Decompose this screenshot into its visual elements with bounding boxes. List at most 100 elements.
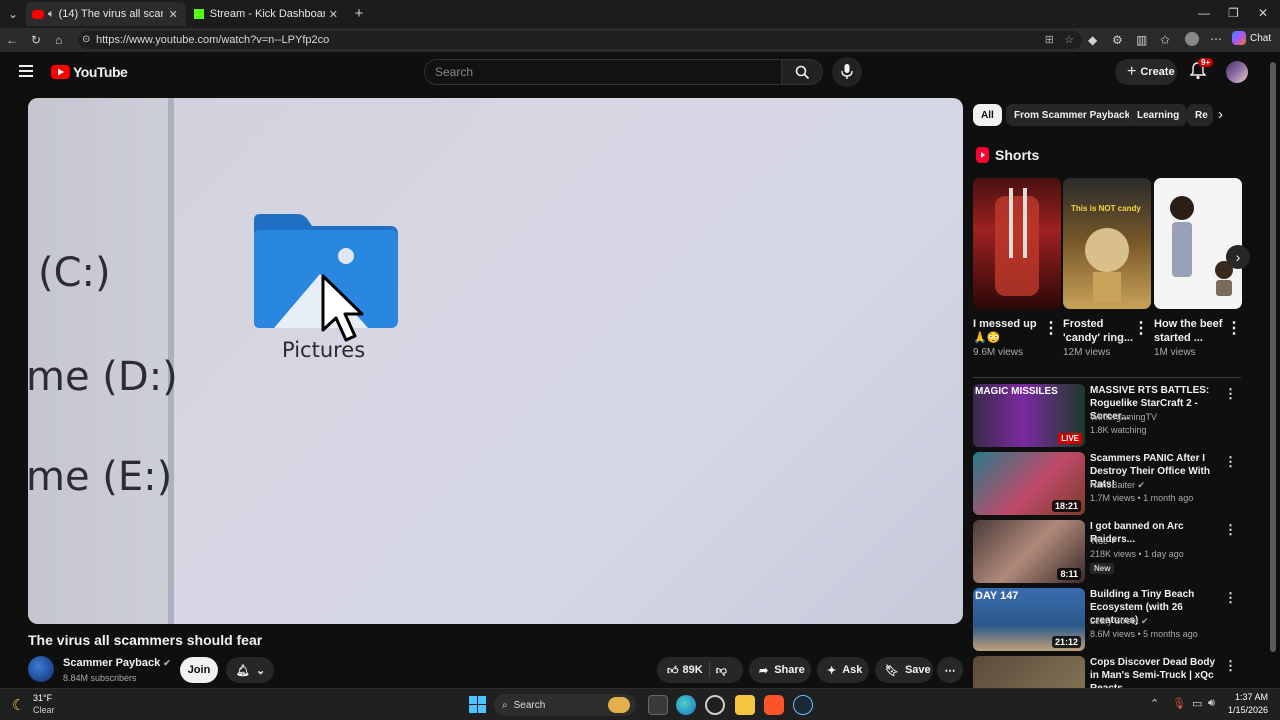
video-menu-icon[interactable]: ⋮	[1224, 522, 1237, 538]
weather-moon-icon[interactable]: ☾	[12, 696, 25, 714]
short-menu-icon[interactable]: ⋮	[1226, 318, 1242, 338]
copilot-chat-button[interactable]: Chat	[1232, 31, 1271, 45]
ask-button[interactable]: ✦ Ask	[817, 657, 869, 683]
volume-icon[interactable]: 🔊︎	[1208, 697, 1215, 710]
short-thumbnail[interactable]: This is NOT candy	[1063, 178, 1151, 309]
video-thumbnail[interactable]: 18:21	[973, 452, 1085, 515]
chip-all[interactable]: All	[973, 104, 1002, 126]
close-window-icon[interactable]: ✕	[1258, 6, 1268, 20]
video-player[interactable]: (C:) me (D:) me (E:) Pictures	[28, 98, 963, 624]
tab-kick-dashboard[interactable]: Stream - Kick Dashboard ✕	[188, 2, 344, 26]
join-button[interactable]: Join	[180, 657, 218, 683]
video-thumbnail[interactable]: 8:11	[973, 520, 1085, 583]
chip-partial[interactable]: Re	[1187, 104, 1213, 126]
channel-name[interactable]: Tfue ✔︎	[1090, 536, 1118, 547]
windows-taskbar: ☾ 31°F Clear ⌕ Search ⌃ 🎙︎ ▭ 🔊︎ 1:37 AM …	[0, 688, 1280, 720]
recommended-video-item[interactable]: Cops Discover Dead Body in Man's Semi-Tr…	[973, 656, 1263, 688]
channel-avatar[interactable]	[28, 656, 54, 682]
chip-learning[interactable]: Learning	[1129, 104, 1188, 126]
home-icon[interactable]: ⌂	[55, 33, 62, 47]
video-thumbnail[interactable]: MAGIC MISSILES LIVE	[973, 384, 1085, 447]
brave-browser-icon[interactable]	[764, 695, 784, 715]
video-menu-icon[interactable]: ⋮	[1224, 658, 1237, 674]
microphone-in-use-icon[interactable]: 🎙︎	[1172, 697, 1186, 710]
subscription-bell-button[interactable]: 🔔︎ ⌄	[226, 657, 274, 683]
edge-browser-icon[interactable]	[676, 695, 696, 715]
recommended-video-item[interactable]: DAY 147 21:12 Building a Tiny Beach Ecos…	[973, 588, 1263, 652]
short-item[interactable]: I messed up 🙏😳 9.6M views ⋮	[973, 178, 1061, 358]
hamburger-menu-icon[interactable]	[19, 65, 33, 77]
close-tab-icon[interactable]: ✕	[169, 8, 178, 21]
chip-from-scammer-payback[interactable]: From Scammer Payback	[1006, 104, 1139, 126]
short-thumbnail[interactable]	[1154, 178, 1242, 309]
video-title: The virus all scammers should fear	[28, 632, 263, 648]
windows-start-icon[interactable]	[469, 696, 486, 713]
video-menu-icon[interactable]: ⋮	[1224, 386, 1237, 402]
close-tab-icon[interactable]: ✕	[329, 8, 338, 21]
scrollbar-thumb[interactable]	[1270, 62, 1276, 652]
reader-mode-icon[interactable]: ⊞	[1045, 33, 1054, 46]
short-menu-icon[interactable]: ⋮	[1043, 318, 1059, 338]
split-screen-icon[interactable]: ▥	[1136, 33, 1147, 47]
account-avatar[interactable]	[1226, 61, 1248, 83]
app-icon[interactable]	[705, 695, 725, 715]
steam-icon[interactable]	[793, 695, 813, 715]
video-thumbnail[interactable]	[973, 656, 1085, 688]
network-icon[interactable]: ▭	[1192, 697, 1202, 710]
more-actions-button[interactable]: ⋯	[937, 657, 963, 683]
restore-icon[interactable]: ❐	[1228, 6, 1239, 20]
verified-icon: ✔︎	[163, 658, 171, 668]
task-view-icon[interactable]	[648, 695, 668, 715]
notifications-button[interactable]: 9+	[1189, 58, 1214, 82]
url-field[interactable]: ⊙ https://www.youtube.com/watch?v=n--LPY…	[78, 31, 1082, 49]
channel-name[interactable]: WintergamingTV	[1090, 412, 1157, 422]
shorts-next-button[interactable]: ›	[1226, 245, 1250, 269]
profile-avatar-icon[interactable]	[1185, 32, 1199, 46]
site-info-icon[interactable]: ⊙	[82, 34, 90, 45]
short-thumbnail[interactable]	[973, 178, 1061, 309]
favorite-star-icon[interactable]: ☆	[1064, 33, 1074, 46]
share-button[interactable]: ➦ Share	[749, 657, 811, 683]
page-scrollbar[interactable]	[1270, 56, 1276, 686]
extension-icon[interactable]: ◆	[1088, 33, 1097, 47]
channel-name[interactable]: Leafy Street ✔︎	[1090, 616, 1149, 627]
short-menu-icon[interactable]: ⋮	[1133, 318, 1149, 338]
thumbs-down-icon[interactable]: 👎︎	[716, 664, 727, 677]
video-meta: 1.7M views • 1 month ago	[1090, 493, 1194, 503]
channel-name[interactable]: NanoBaiter ✔︎	[1090, 480, 1145, 491]
more-menu-icon[interactable]: ⋯	[1210, 32, 1222, 46]
copilot-icon	[1232, 31, 1246, 45]
voice-search-button[interactable]	[832, 57, 862, 87]
new-tab-icon[interactable]: +	[352, 5, 366, 22]
search-button[interactable]	[781, 59, 823, 85]
video-thumbnail[interactable]: DAY 147 21:12	[973, 588, 1085, 651]
short-item[interactable]: This is NOT candy Frosted'candy' ring...…	[1063, 178, 1151, 358]
channel-name-row[interactable]: Scammer Payback ✔︎	[63, 657, 171, 669]
speaker-icon[interactable]: 🔈︎	[48, 8, 55, 21]
taskbar-search-box[interactable]: ⌕ Search	[494, 694, 636, 716]
clock-date[interactable]: 1/15/2026	[1226, 705, 1268, 715]
taskbar-search-label: Search	[513, 699, 546, 711]
clock-time[interactable]: 1:37 AM	[1228, 692, 1268, 702]
recommended-video-item[interactable]: 18:21 Scammers PANIC After I Destroy The…	[973, 452, 1263, 516]
recommended-video-item[interactable]: MAGIC MISSILES LIVE MASSIVE RTS BATTLES:…	[973, 384, 1263, 448]
video-menu-icon[interactable]: ⋮	[1224, 454, 1237, 470]
recommended-video-item[interactable]: 8:11 I got banned on Arc Raiders... Tfue…	[973, 520, 1263, 584]
create-button[interactable]: + Create	[1115, 59, 1177, 85]
search-input[interactable]: Search	[424, 59, 782, 85]
back-icon[interactable]: ←	[6, 33, 18, 47]
extensions-puzzle-icon[interactable]: ⚙	[1112, 33, 1123, 47]
chips-next-arrow-icon[interactable]: ›	[1218, 106, 1223, 123]
tray-overflow-icon[interactable]: ⌃	[1150, 697, 1159, 710]
youtube-logo[interactable]: YouTube	[51, 64, 128, 80]
tab-list-chevron-icon[interactable]: ⌄	[6, 7, 20, 21]
short-item[interactable]: How the beef started ... 1M views ⋮	[1154, 178, 1242, 358]
favorites-icon[interactable]: ✩	[1160, 33, 1170, 47]
minimize-icon[interactable]: —	[1198, 6, 1210, 20]
refresh-icon[interactable]: ↻	[31, 33, 41, 47]
file-explorer-icon[interactable]	[735, 695, 755, 715]
like-button[interactable]: 👍︎ 89K	[667, 664, 703, 677]
video-menu-icon[interactable]: ⋮	[1224, 590, 1237, 606]
tab-youtube[interactable]: 🔈︎ (14) The virus all scammers sh ✕	[26, 2, 186, 26]
save-button[interactable]: 🔖︎ Save	[875, 657, 933, 683]
